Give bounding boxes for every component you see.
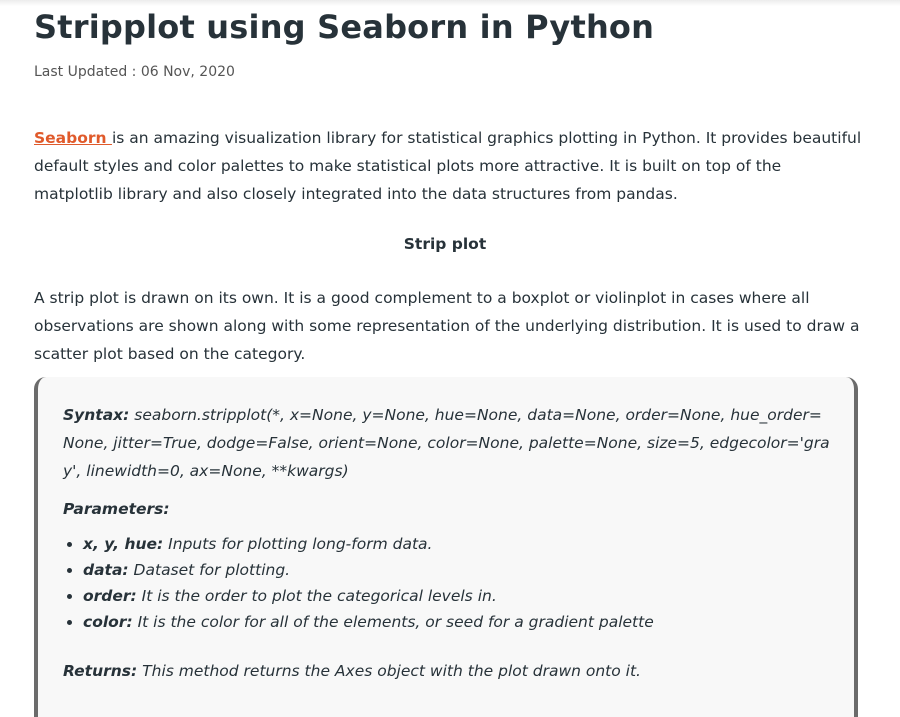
intro-text: is an amazing visualization library for … [34, 129, 862, 203]
syntax-box: Syntax: seaborn.stripplot(*, x=None, y=N… [34, 377, 858, 717]
seaborn-link[interactable]: Seaborn [34, 129, 112, 147]
list-item: order: It is the order to plot the categ… [83, 583, 833, 609]
list-item: data: Dataset for plotting. [83, 557, 833, 583]
param-name: data: [83, 561, 129, 579]
header-shadow [0, 0, 900, 6]
section-heading: Strip plot [403, 235, 487, 253]
param-name: color: [83, 613, 133, 631]
param-name: order: [83, 587, 137, 605]
last-updated: Last Updated : 06 Nov, 2020 [34, 64, 235, 80]
page-title: Stripplot using Seaborn in Python [34, 8, 655, 46]
syntax-label: Syntax: [63, 406, 130, 424]
param-name: x, y, hue: [83, 535, 164, 553]
param-desc: It is the color for all of the elements,… [132, 613, 654, 631]
returns-label: Returns: [63, 662, 138, 680]
syntax-text: seaborn.stripplot(*, x=None, y=None, hue… [63, 406, 830, 480]
param-desc: Dataset for plotting. [128, 561, 291, 579]
param-desc: It is the order to plot the categorical … [136, 587, 497, 605]
syntax: Syntax: seaborn.stripplot(*, x=None, y=N… [63, 401, 833, 485]
parameters-list: x, y, hue: Inputs for plotting long-form… [63, 531, 833, 635]
returns: Returns: This method returns the Axes ob… [63, 657, 833, 685]
list-item: color: It is the color for all of the el… [83, 609, 833, 635]
description-paragraph: A strip plot is drawn on its own. It is … [34, 289, 860, 363]
intro-paragraph: Seaborn is an amazing visualization libr… [34, 124, 864, 208]
returns-text: This method returns the Axes object with… [137, 662, 641, 680]
list-item: x, y, hue: Inputs for plotting long-form… [83, 531, 833, 557]
parameters-label: Parameters: [63, 500, 170, 518]
param-desc: Inputs for plotting long-form data. [163, 535, 433, 553]
